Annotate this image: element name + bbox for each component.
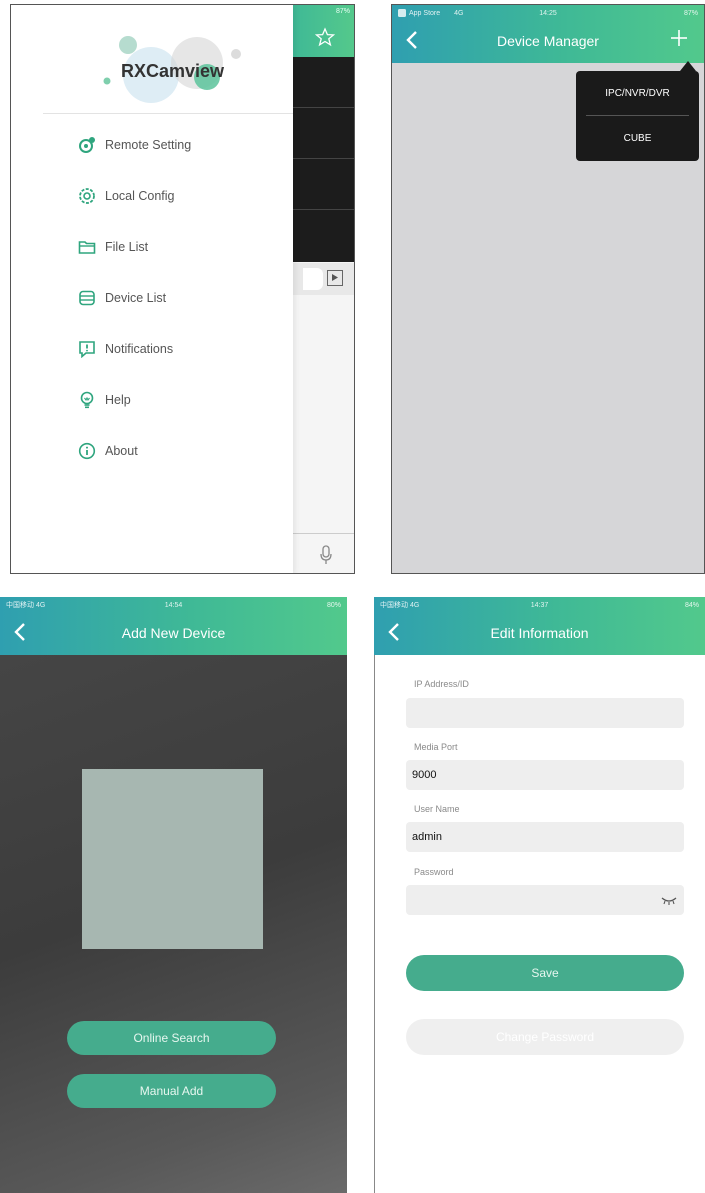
divider bbox=[293, 209, 354, 210]
password-field[interactable] bbox=[406, 885, 684, 915]
popup-arrow bbox=[680, 61, 696, 71]
edit-information-screen: 中国移动 4G 14:37 84% Edit Information IP Ad… bbox=[374, 597, 705, 1193]
background-app: 87% bbox=[293, 5, 354, 573]
divider bbox=[293, 158, 354, 159]
menu-label: Remote Setting bbox=[105, 138, 192, 152]
popup-item-cube[interactable]: CUBE bbox=[576, 133, 699, 144]
star-icon[interactable] bbox=[315, 27, 335, 47]
background-header: 87% bbox=[293, 5, 354, 57]
drawer-screen: 87% RXCamview Remote Setting Local Confi… bbox=[10, 4, 355, 574]
menu-item-local-config[interactable]: Local Config bbox=[78, 183, 175, 209]
battery-text: 87% bbox=[335, 8, 350, 15]
divider bbox=[293, 533, 354, 534]
nav-bar: 中国移动 4G 14:37 84% Edit Information bbox=[374, 597, 705, 655]
gear-icon bbox=[79, 137, 95, 153]
save-button[interactable]: Save bbox=[406, 955, 684, 991]
device-manager-screen: App Store 4G 14:25 87% Device Manager IP… bbox=[391, 4, 705, 574]
divider bbox=[293, 107, 354, 108]
status-bar: 中国移动 4G 14:37 84% bbox=[374, 597, 705, 613]
eye-closed-icon[interactable] bbox=[660, 893, 678, 907]
divider bbox=[586, 115, 689, 116]
add-device-screen: 中国移动 4G 14:54 80% Add New Device Online … bbox=[0, 597, 347, 1193]
menu-label: Local Config bbox=[105, 189, 175, 203]
app-name: RXCamview bbox=[121, 61, 225, 81]
page-title: Add New Device bbox=[121, 625, 226, 641]
play-icon[interactable] bbox=[327, 270, 343, 286]
nav-bar: App Store 4G 14:25 87% Device Manager bbox=[392, 5, 704, 63]
menu-label: File List bbox=[105, 240, 149, 254]
microphone-icon[interactable] bbox=[319, 545, 333, 565]
device-icon bbox=[79, 290, 95, 306]
user-name-label: User Name bbox=[414, 804, 460, 814]
menu-label: Help bbox=[105, 393, 131, 407]
media-port-field[interactable]: 9000 bbox=[406, 760, 684, 790]
settings-icon bbox=[79, 188, 95, 204]
folder-icon bbox=[78, 241, 96, 254]
password-label: Password bbox=[414, 867, 454, 877]
menu-item-device-list[interactable]: Device List bbox=[78, 285, 166, 311]
background-list bbox=[293, 57, 354, 262]
nav-bar: 中国移动 4G 14:54 80% Add New Device bbox=[0, 597, 347, 655]
side-drawer: RXCamview Remote Setting Local Config Fi… bbox=[11, 5, 293, 573]
status-bar: App Store 4G 14:25 87% bbox=[392, 5, 704, 21]
media-port-label: Media Port bbox=[414, 742, 458, 752]
status-time: 14:37 bbox=[530, 601, 549, 609]
menu-label: About bbox=[105, 444, 138, 458]
status-time: 14:25 bbox=[539, 9, 557, 17]
qr-scan-area[interactable] bbox=[82, 769, 263, 949]
menu-item-help[interactable]: Help bbox=[78, 387, 131, 413]
divider bbox=[43, 113, 293, 114]
menu-item-notifications[interactable]: Notifications bbox=[78, 336, 173, 362]
menu-label: Notifications bbox=[105, 342, 174, 356]
bulb-icon bbox=[80, 391, 94, 409]
ip-address-label: IP Address/ID bbox=[414, 679, 469, 689]
ip-address-field[interactable] bbox=[406, 698, 684, 728]
alert-icon bbox=[79, 341, 95, 358]
plus-icon[interactable] bbox=[668, 27, 690, 49]
page-title: Edit Information bbox=[490, 625, 589, 641]
background-toolbar bbox=[293, 263, 354, 295]
manual-add-button[interactable]: Manual Add bbox=[67, 1074, 276, 1108]
divider bbox=[374, 597, 375, 1193]
popup-item-ipc-nvr-dvr[interactable]: IPC/NVR/DVR bbox=[576, 88, 699, 99]
change-password-button[interactable]: Change Password bbox=[406, 1019, 684, 1055]
menu-label: Device List bbox=[105, 291, 167, 305]
search-field-edge bbox=[303, 268, 323, 290]
status-time: 14:54 bbox=[164, 601, 183, 609]
menu-item-remote-setting[interactable]: Remote Setting bbox=[78, 132, 191, 158]
info-icon bbox=[78, 442, 96, 460]
online-search-button[interactable]: Online Search bbox=[67, 1021, 276, 1055]
add-device-popup: IPC/NVR/DVR CUBE bbox=[576, 71, 699, 161]
user-name-field[interactable]: admin bbox=[406, 822, 684, 852]
app-logo: RXCamview bbox=[11, 5, 293, 113]
menu-item-file-list[interactable]: File List bbox=[78, 234, 148, 260]
page-title: Device Manager bbox=[497, 33, 599, 49]
logo-bubbles-icon bbox=[103, 36, 241, 103]
menu-item-about[interactable]: About bbox=[78, 438, 138, 464]
status-bar: 中国移动 4G 14:54 80% bbox=[0, 597, 347, 613]
